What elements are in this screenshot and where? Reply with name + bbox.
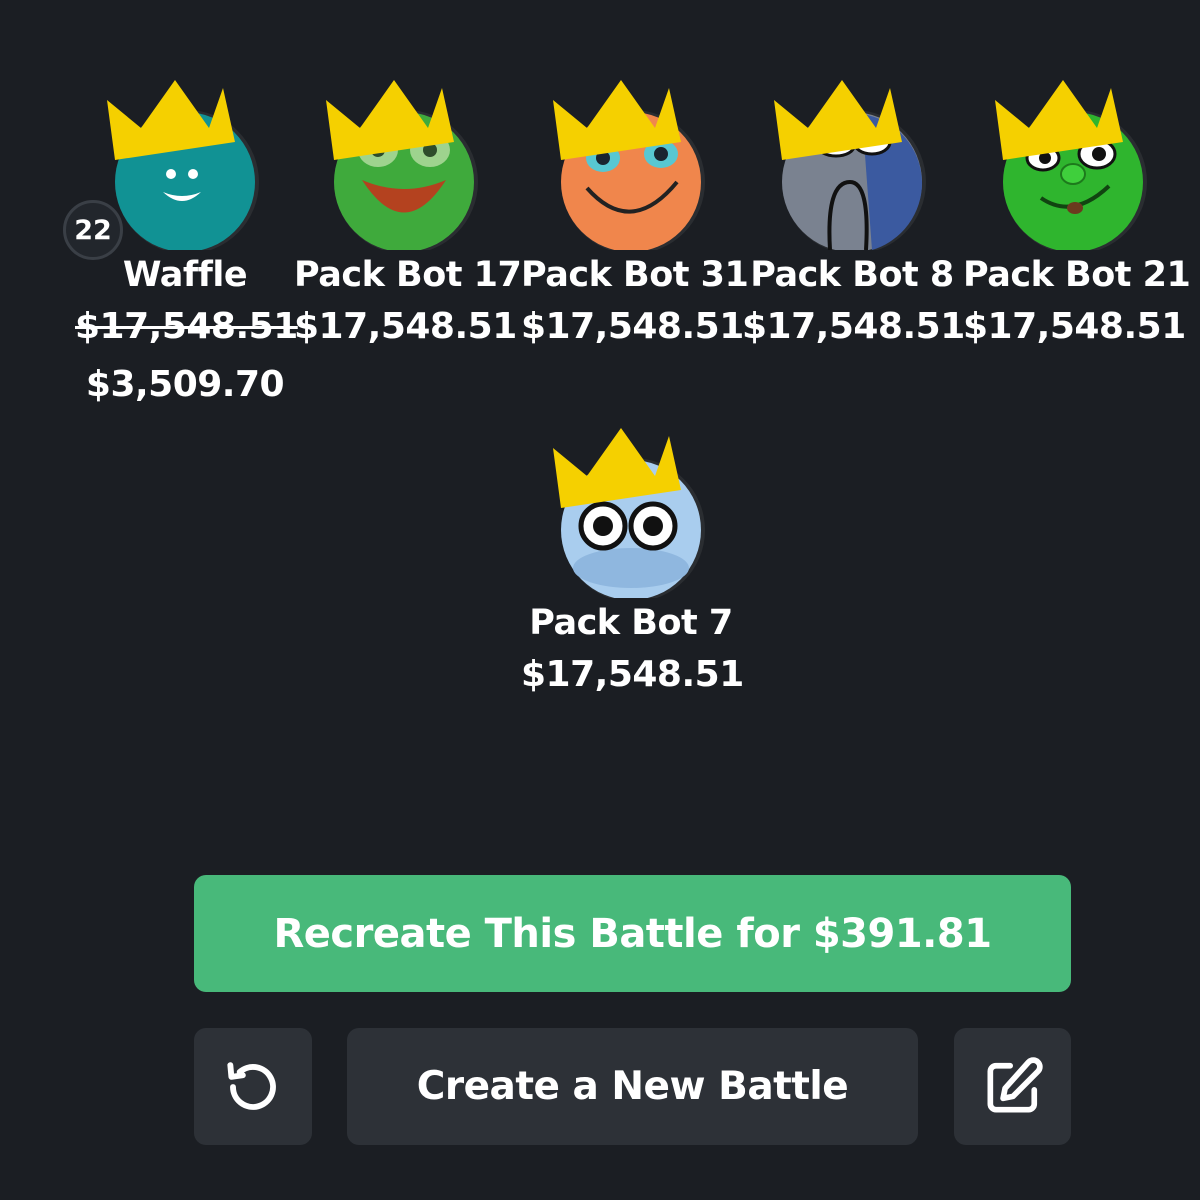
player-price: $17,548.51 [521, 654, 744, 695]
battle-results-page: 22 Waffle $17,548.51 $3,509.70 Pack Bot … [0, 0, 1200, 1200]
green-frog-avatar [326, 80, 478, 250]
player-name: Pack Bot 8 [750, 255, 954, 295]
player-card: Pack Bot 31 $17,548.51 [521, 70, 749, 356]
replay-button[interactable] [194, 1028, 312, 1145]
avatar: 22 [63, 70, 295, 260]
level-badge: 22 [63, 200, 123, 260]
player-price: $17,548.51 [742, 306, 965, 347]
gray-blue-ghost-avatar [774, 80, 926, 250]
avatar [963, 70, 1183, 250]
player-card: 22 Waffle $17,548.51 $3,509.70 [63, 70, 298, 414]
player-price: $17,548.51 [294, 306, 517, 347]
player-name: Pack Bot 7 [529, 603, 733, 643]
orange-face-avatar [553, 80, 705, 250]
player-card: Pack Bot 17 $17,548.51 [294, 70, 522, 356]
player-name: Pack Bot 17 [294, 255, 522, 295]
avatar [521, 70, 741, 250]
original-price: $17,548.51 [75, 306, 298, 347]
create-battle-button[interactable]: Create a New Battle [347, 1028, 918, 1145]
avatar [521, 418, 741, 598]
light-blue-eyes-avatar [553, 428, 705, 598]
player-price: $17,548.51 [963, 306, 1186, 347]
replay-icon [227, 1061, 276, 1110]
recreate-battle-button[interactable]: Recreate This Battle for $391.81 [194, 875, 1071, 992]
edit-button[interactable] [954, 1028, 1071, 1145]
player-card: Pack Bot 21 $17,548.51 [963, 70, 1191, 356]
player-name: Waffle [122, 255, 248, 295]
avatar [294, 70, 514, 250]
green-goofy-avatar [995, 80, 1147, 250]
player-name: Pack Bot 21 [963, 255, 1191, 295]
player-name: Pack Bot 31 [521, 255, 749, 295]
avatar [742, 70, 962, 250]
player-price: $17,548.51 [521, 306, 744, 347]
player-price: $3,509.70 [85, 364, 285, 405]
player-card: Pack Bot 8 $17,548.51 [742, 70, 965, 356]
player-card: Pack Bot 7 $17,548.51 [521, 418, 744, 704]
edit-icon [987, 1056, 1043, 1112]
